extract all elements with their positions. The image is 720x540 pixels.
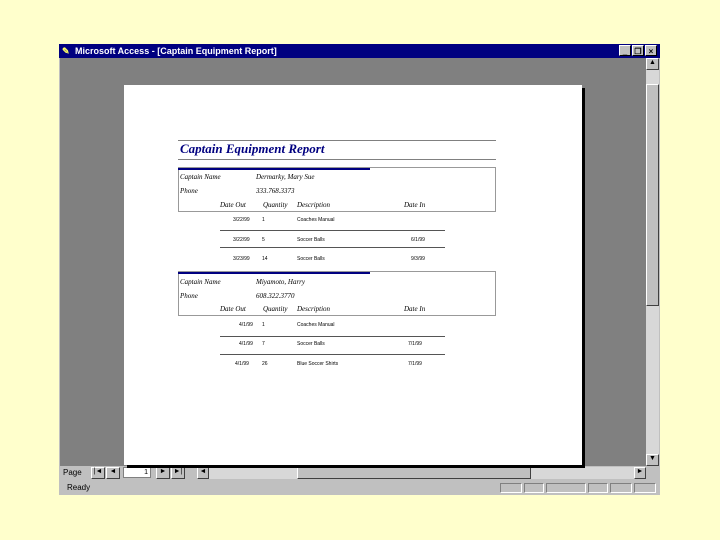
status-panel: [546, 483, 586, 493]
scroll-right-button[interactable]: ►: [634, 467, 646, 479]
description-cell: Coaches Manual: [297, 217, 335, 223]
restore-button[interactable]: ❐: [632, 45, 644, 56]
column-header-description: Description: [297, 201, 331, 209]
page-label: Page: [63, 468, 82, 477]
date-out-cell: 3/23/99: [233, 256, 250, 262]
status-panel: [500, 483, 522, 493]
status-panel: [588, 483, 608, 493]
group-accent-line: [178, 168, 370, 170]
last-page-button[interactable]: ►|: [171, 467, 185, 479]
scroll-up-button[interactable]: ▲: [646, 58, 659, 70]
phone-label: Phone: [180, 292, 198, 300]
title-bar: ✎ Microsoft Access - [Captain Equipment …: [59, 44, 660, 58]
window-title: Microsoft Access - [Captain Equipment Re…: [75, 46, 277, 56]
phone-value: 608.322.3770: [256, 292, 295, 300]
phone-label: Phone: [180, 187, 198, 195]
vertical-scrollbar[interactable]: ▲ ▼: [646, 58, 659, 466]
page-number-input[interactable]: 1: [123, 467, 151, 478]
report-title: Captain Equipment Report: [180, 141, 325, 156]
quantity-cell: 1: [262, 217, 265, 223]
column-header-quantity: Quantity: [263, 201, 288, 209]
vertical-scroll-thumb[interactable]: [646, 84, 659, 306]
date-in-cell: 7/1/99: [408, 361, 422, 367]
status-bar: Ready: [59, 481, 660, 495]
column-header-date-out: Date Out: [220, 305, 246, 313]
phone-value: 333.768.3373: [256, 187, 295, 195]
description-cell: Blue Soccer Shirts: [297, 361, 339, 367]
description-cell: Coaches Manual: [297, 322, 335, 328]
horizontal-scroll-thumb[interactable]: [297, 467, 531, 479]
captain-name-value: Dermarky, Mary Sue: [256, 173, 315, 181]
column-header-date-out: Date Out: [220, 201, 246, 209]
key-icon: ✎: [62, 46, 70, 56]
scroll-down-button[interactable]: ▼: [646, 454, 659, 466]
description-cell: Soccer Balls: [297, 237, 325, 243]
row-separator: [220, 354, 445, 355]
column-header-date-in: Date In: [404, 201, 426, 209]
captain-name-label: Captain Name: [180, 278, 221, 286]
divider: [178, 159, 496, 160]
record-navigation-bar: Page |◄ ◄ 1 ► ►| ◄ ►: [59, 466, 660, 480]
minimize-button[interactable]: _: [619, 45, 631, 56]
row-separator: [220, 230, 445, 231]
status-panel: [634, 483, 656, 493]
column-header-description: Description: [297, 305, 331, 313]
status-text: Ready: [67, 483, 91, 492]
horizontal-scrollbar[interactable]: ◄ ►: [197, 467, 646, 479]
date-out-cell: 3/22/99: [233, 217, 250, 223]
date-out-cell: 4/1/99: [235, 361, 249, 367]
previous-page-button[interactable]: ◄: [106, 467, 120, 479]
quantity-cell: 5: [262, 237, 265, 243]
status-panel: [524, 483, 544, 493]
captain-name-label: Captain Name: [180, 173, 221, 181]
captain-name-value: Miyamoto, Harry: [256, 278, 305, 286]
first-page-button[interactable]: |◄: [91, 467, 105, 479]
description-cell: Soccer Balls: [297, 341, 325, 347]
status-panel: [610, 483, 632, 493]
next-page-button[interactable]: ►: [156, 467, 170, 479]
row-separator: [220, 336, 445, 337]
quantity-cell: 1: [262, 322, 265, 328]
date-in-cell: 7/1/99: [408, 341, 422, 347]
column-header-quantity: Quantity: [263, 305, 288, 313]
date-out-cell: 4/1/99: [239, 341, 253, 347]
description-cell: Soccer Balls: [297, 256, 325, 262]
column-header-date-in: Date In: [404, 305, 426, 313]
quantity-cell: 7: [262, 341, 265, 347]
group-accent-line: [178, 272, 370, 274]
date-in-cell: 9/3/99: [411, 256, 425, 262]
close-button[interactable]: ×: [645, 45, 657, 56]
scroll-left-button[interactable]: ◄: [197, 467, 209, 479]
date-out-cell: 4/1/99: [239, 322, 253, 328]
date-in-cell: 6/1/99: [411, 237, 425, 243]
row-separator: [220, 247, 445, 248]
date-out-cell: 3/22/99: [233, 237, 250, 243]
quantity-cell: 26: [262, 361, 268, 367]
quantity-cell: 14: [262, 256, 268, 262]
